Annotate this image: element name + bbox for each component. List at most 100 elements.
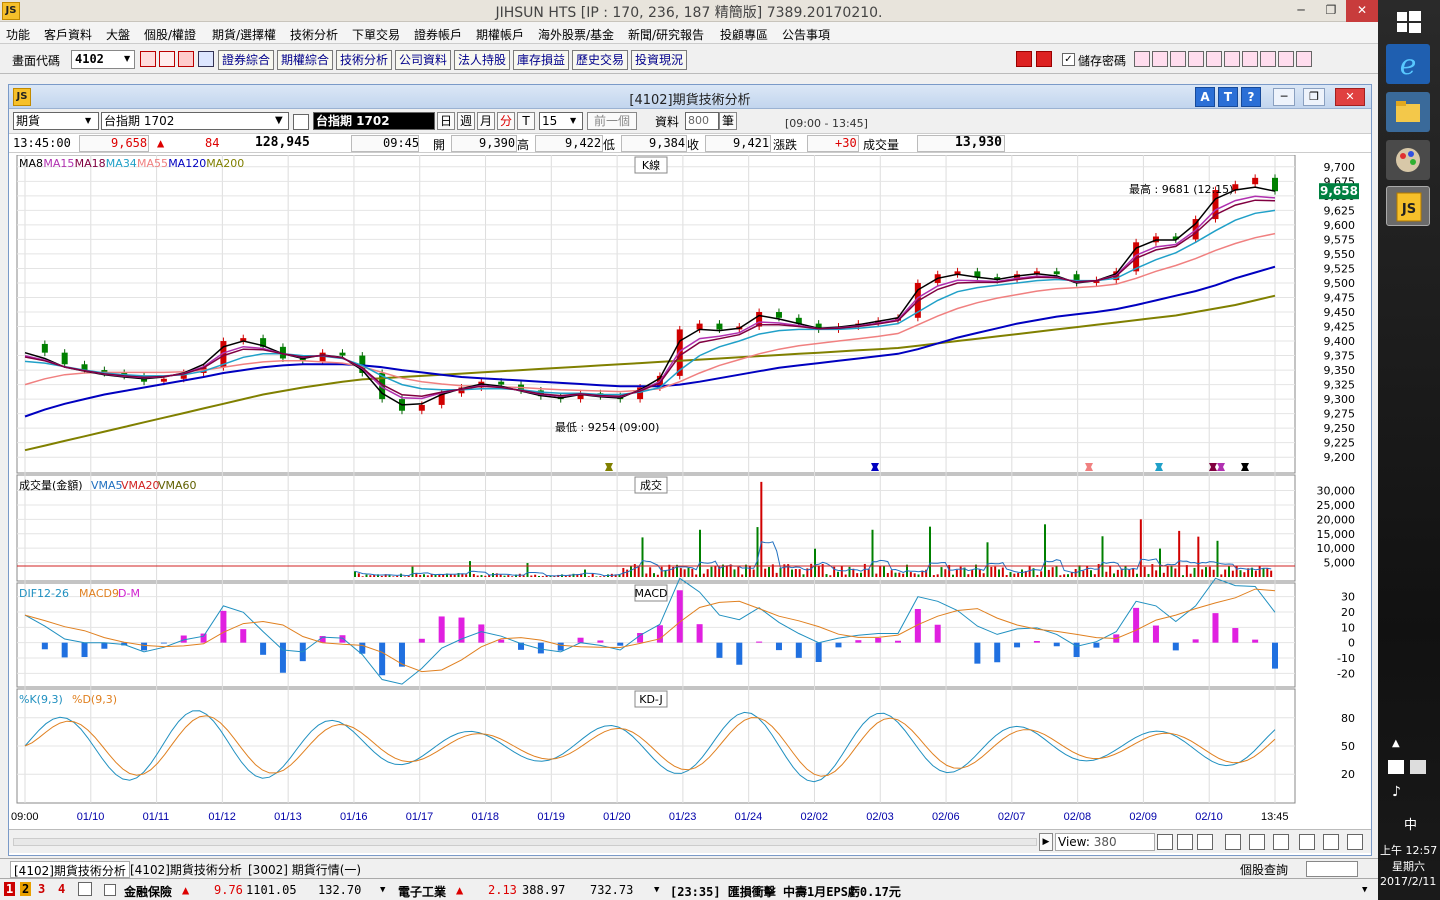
menu-item[interactable]: 證券帳戶 [414, 26, 462, 43]
draw-icon[interactable] [1299, 834, 1315, 850]
chevron-down-icon[interactable]: ▼ [1362, 885, 1367, 895]
technical-analysis-button[interactable]: 技術分析 [336, 50, 392, 70]
technical-chart[interactable]: 9,2009,225 9,2509,275 9,3009,325 9,3509,375… [9, 155, 1371, 805]
paint-icon[interactable] [1386, 140, 1430, 180]
print-icon[interactable] [1170, 51, 1186, 67]
help-button[interactable]: ? [1241, 87, 1261, 107]
investment-status-button[interactable]: 投資現況 [631, 50, 687, 70]
chart-icon[interactable] [1242, 51, 1258, 67]
report-icon[interactable] [1188, 51, 1204, 67]
jihsun-app-icon[interactable]: JS [1386, 186, 1430, 226]
text-icon[interactable] [1206, 51, 1222, 67]
child-minimize-button[interactable]: ─ [1273, 88, 1295, 106]
symbol-select[interactable]: 台指期 1702 [101, 112, 289, 130]
news-ticker[interactable]: [23:35] 匯損衝擊 中壽1月EPS虧0.17元 [670, 883, 901, 900]
menu-item[interactable]: 下單交易 [352, 26, 400, 43]
tool-icon[interactable] [1152, 51, 1168, 67]
chevron-down-icon[interactable]: ▼ [654, 885, 659, 895]
stock-query-input[interactable] [1306, 861, 1358, 877]
data-unit-button[interactable]: 筆 [719, 112, 737, 130]
compress-icon[interactable] [1197, 834, 1213, 850]
trade-history-button[interactable]: 歷史交易 [572, 50, 628, 70]
layout-icon[interactable] [178, 51, 194, 67]
arrow-right-icon[interactable] [1036, 51, 1052, 67]
scroll-right-icon[interactable]: ▶ [1039, 833, 1053, 851]
page-4-button[interactable]: 4 [58, 882, 65, 896]
arrow-left-icon[interactable] [1016, 51, 1032, 67]
zoom-out-icon[interactable] [1177, 834, 1193, 850]
menu-item[interactable]: 公告事項 [782, 26, 830, 43]
zoom-icon[interactable] [140, 51, 156, 67]
network-icon[interactable] [1388, 760, 1404, 774]
ruler-icon[interactable] [1323, 834, 1339, 850]
search-icon[interactable] [293, 114, 309, 130]
edit-icon[interactable] [1134, 51, 1150, 67]
close-button[interactable]: ✕ [1346, 0, 1378, 22]
page-2-button[interactable]: 2 [20, 882, 32, 896]
view-field[interactable]: View: 380 [1055, 833, 1155, 851]
tab-3002[interactable]: [3002] 期貨行情(一) [248, 861, 361, 878]
menu-item[interactable]: 期權帳戶 [476, 26, 524, 43]
options-overview-button[interactable]: 期權綜合 [277, 50, 333, 70]
data-count-input[interactable]: 800 [685, 112, 719, 130]
page-1-button[interactable]: 1 [4, 882, 16, 896]
window-icon[interactable] [159, 51, 175, 67]
font-t-button[interactable]: T [1218, 87, 1238, 107]
minimize-button[interactable]: ─ [1286, 0, 1316, 22]
menu-item[interactable]: 大盤 [106, 26, 130, 43]
lock-icon[interactable] [78, 882, 92, 896]
chevron-down-icon[interactable]: ▼ [85, 116, 91, 125]
period-minute-button[interactable]: 分 [497, 112, 515, 130]
period-tick-button[interactable]: T [517, 112, 535, 130]
child-restore-button[interactable]: ❐ [1303, 88, 1325, 106]
clock-time[interactable]: 上午 12:57 [1380, 842, 1437, 858]
volume-icon[interactable]: ♪ [1392, 784, 1401, 800]
dropdown-icon[interactable] [198, 51, 214, 67]
settings-icon[interactable] [1260, 51, 1276, 67]
period-week-button[interactable]: 週 [457, 112, 475, 130]
chevron-down-icon[interactable]: ▼ [124, 54, 130, 63]
exit-icon[interactable] [1296, 51, 1312, 67]
menu-item[interactable]: 功能 [6, 26, 30, 43]
expand-icon[interactable] [1225, 834, 1241, 850]
menu-item[interactable]: 新聞/研究報告 [628, 26, 704, 43]
grid-icon[interactable] [1224, 51, 1240, 67]
copy-icon[interactable] [1249, 834, 1265, 850]
windows-start-icon[interactable] [1386, 4, 1430, 40]
chevron-down-icon[interactable]: ▼ [380, 885, 385, 895]
inventory-pnl-button[interactable]: 庫存損益 [513, 50, 569, 70]
chevron-up-icon[interactable]: ▲ [1392, 738, 1400, 749]
gear-icon[interactable] [1347, 834, 1363, 850]
tab-4102-b[interactable]: [4102]期貨技術分析 [130, 861, 242, 878]
tab-4102-a[interactable]: [4102]期貨技術分析 [10, 861, 130, 878]
list-icon[interactable] [1278, 51, 1294, 67]
company-info-button[interactable]: 公司資料 [395, 50, 451, 70]
internet-explorer-icon[interactable]: e [1386, 44, 1430, 84]
chevron-down-icon[interactable]: ▼ [275, 115, 283, 126]
save-password-checkbox[interactable]: ✓ [1062, 53, 1075, 66]
menu-item[interactable]: 個股/權證 [144, 26, 196, 43]
status-checkbox[interactable] [104, 884, 116, 896]
ime-indicator[interactable]: 中 [1404, 814, 1417, 833]
chevron-down-icon[interactable]: ▼ [570, 116, 576, 125]
minute-interval-select[interactable]: 15 [539, 112, 583, 130]
menu-item[interactable]: 技術分析 [290, 26, 338, 43]
maximize-button[interactable]: ❐ [1316, 0, 1346, 22]
zoom-in-icon[interactable] [1157, 834, 1173, 850]
child-close-button[interactable]: ✕ [1335, 88, 1365, 106]
table-icon[interactable] [1273, 834, 1289, 850]
menu-item[interactable]: 客戶資料 [44, 26, 92, 43]
action-center-icon[interactable] [1410, 760, 1426, 774]
securities-overview-button[interactable]: 證券綜合 [218, 50, 274, 70]
page-3-button[interactable]: 3 [38, 882, 45, 896]
prev-button[interactable]: 前一個 [587, 112, 637, 130]
period-day-button[interactable]: 日 [437, 112, 455, 130]
period-month-button[interactable]: 月 [477, 112, 495, 130]
institutional-holdings-button[interactable]: 法人持股 [454, 50, 510, 70]
font-a-button[interactable]: A [1195, 87, 1215, 107]
file-explorer-icon[interactable] [1386, 92, 1430, 132]
menu-item[interactable]: 投顧專區 [720, 26, 768, 43]
scrollbar[interactable] [13, 838, 1037, 846]
menu-item[interactable]: 海外股票/基金 [538, 26, 614, 43]
menu-item[interactable]: 期貨/選擇權 [212, 26, 276, 43]
